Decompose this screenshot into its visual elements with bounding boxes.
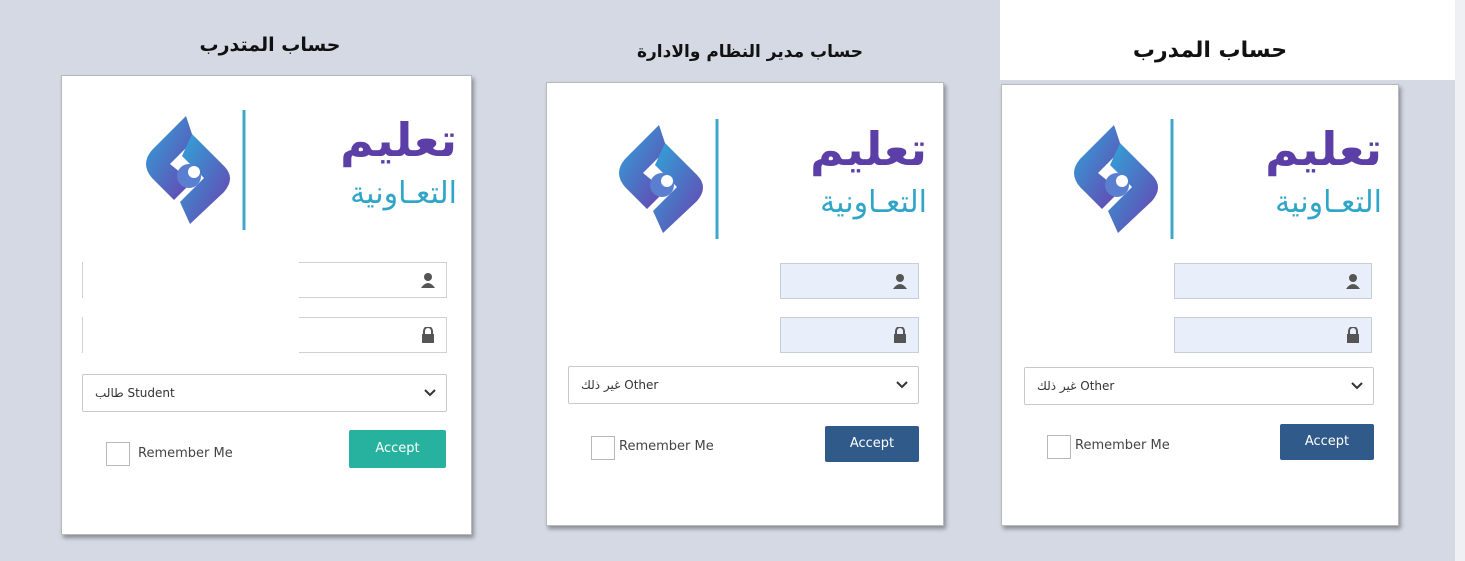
chevron-down-icon [1351,382,1363,390]
logo-text-bottom: التعـاونية [1275,185,1382,220]
panel-heading-trainer: حساب المدرب [1132,38,1288,63]
remember-label: Remember Me [138,446,233,461]
user-icon [893,274,907,289]
logo-text-top: تعليم [1265,122,1382,176]
role-select[interactable]: غير ذلك Other [1024,367,1374,405]
login-panel-trainer: تعليم التعـاونية غير ذلك Other Remember … [1001,84,1399,526]
accept-button[interactable]: Accept [349,430,446,468]
remember-label: Remember Me [619,439,714,454]
role-select[interactable]: طالب Student [82,374,447,412]
panel-heading-admin: حساب مدير النظام والادارة [636,42,864,62]
login-panel-trainee: تعليم التعـاونية طالب Student Remember M… [61,75,472,535]
accept-button[interactable]: Accept [825,426,919,462]
remember-checkbox[interactable] [591,436,615,460]
accept-button[interactable]: Accept [1280,424,1374,460]
logo-text-bottom: التعـاونية [350,176,457,211]
lock-icon [1347,327,1359,343]
remember-checkbox[interactable] [1047,435,1071,459]
lock-icon [894,327,906,343]
role-select[interactable]: غير ذلك Other [568,366,919,404]
role-select-value: غير ذلك Other [581,378,659,392]
password-field[interactable] [1174,317,1372,353]
remember-checkbox[interactable] [106,442,130,466]
username-field[interactable] [780,263,919,299]
right-edge-strip [1455,0,1465,561]
redaction-mask [83,258,299,358]
remember-label: Remember Me [1075,438,1170,453]
chevron-down-icon [896,381,908,389]
logo-text-top: تعليم [340,113,457,167]
logo-text-bottom: التعـاونية [820,185,927,220]
panel-heading-trainee: حساب المتدرب [199,34,341,56]
logo-text-top: تعليم [810,122,927,176]
user-icon [421,273,435,288]
login-panel-admin: تعليم التعـاونية غير ذلك Other Remember … [546,82,944,526]
lock-icon [422,327,434,343]
role-select-value: غير ذلك Other [1037,379,1115,393]
role-select-value: طالب Student [95,386,175,400]
chevron-down-icon [424,389,436,397]
password-field[interactable] [780,317,919,353]
username-field[interactable] [1174,263,1372,299]
user-icon [1346,274,1360,289]
